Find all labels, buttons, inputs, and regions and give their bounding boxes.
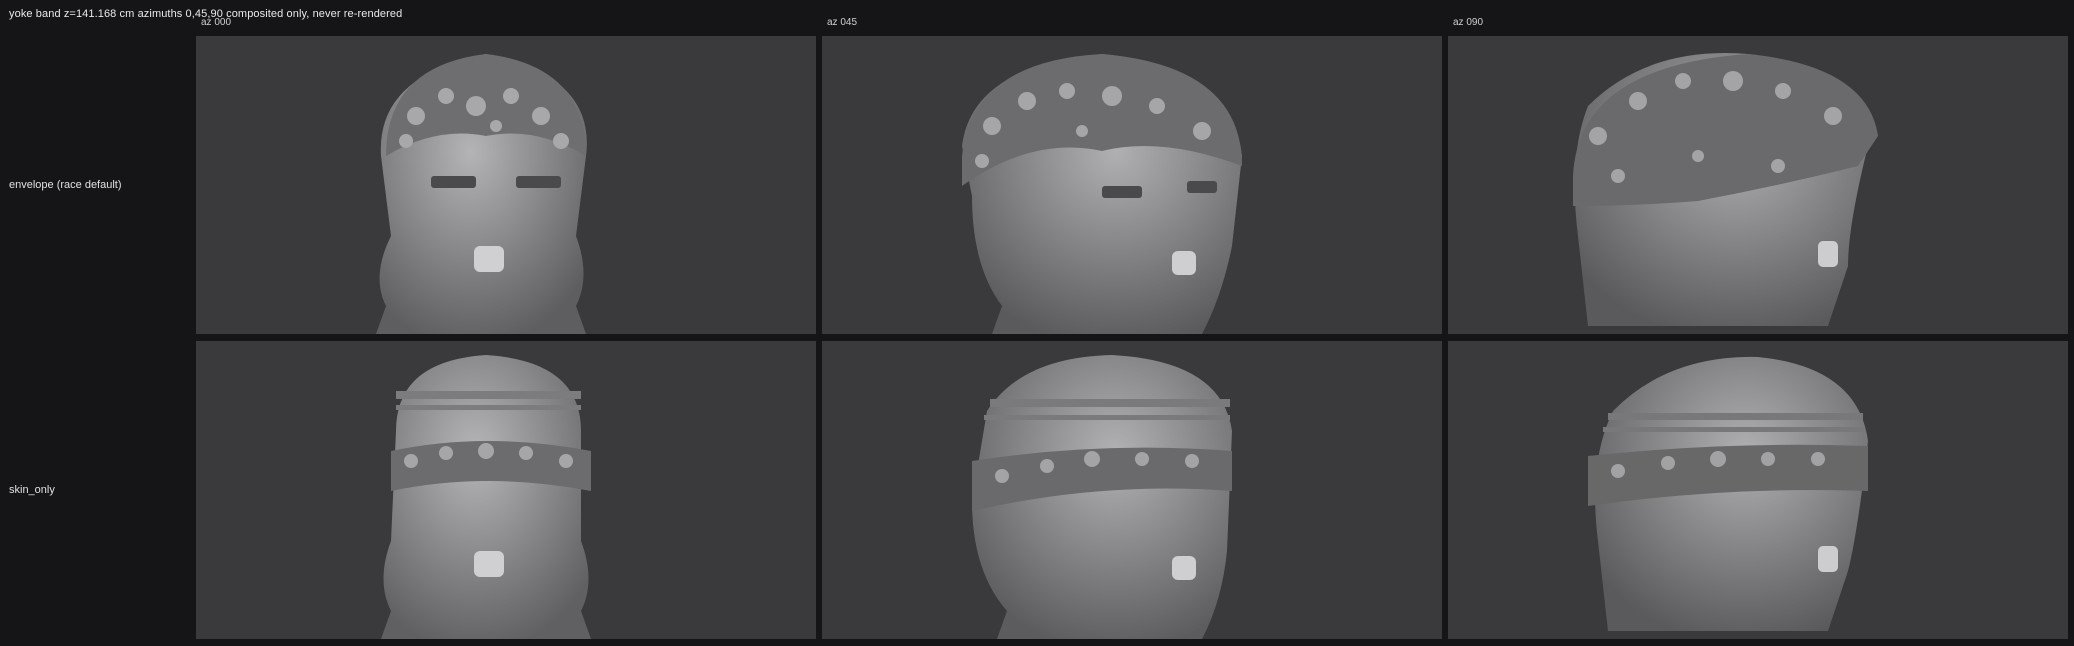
row-label-skin-only: skin_only [9, 484, 55, 496]
column-label-az000: az 000 [201, 17, 232, 28]
column-label-az045: az 045 [827, 17, 858, 28]
head-render-image [962, 54, 1242, 334]
render-envelope-az090 [1448, 36, 2068, 334]
render-skin-only-az000 [196, 341, 816, 639]
head-render-image [376, 54, 587, 334]
row-label-envelope: envelope (race default) [9, 179, 122, 191]
render-envelope-az000 [196, 36, 816, 334]
render-skin-only-az090 [1448, 341, 2068, 639]
column-label-az090: az 090 [1453, 17, 1484, 28]
render-skin-only-az045 [822, 341, 1442, 639]
head-render-image [1588, 356, 1868, 631]
head-render-image [972, 355, 1232, 639]
render-envelope-az045 [822, 36, 1442, 334]
head-render-image [1573, 53, 1878, 326]
head-render-image [381, 355, 591, 639]
